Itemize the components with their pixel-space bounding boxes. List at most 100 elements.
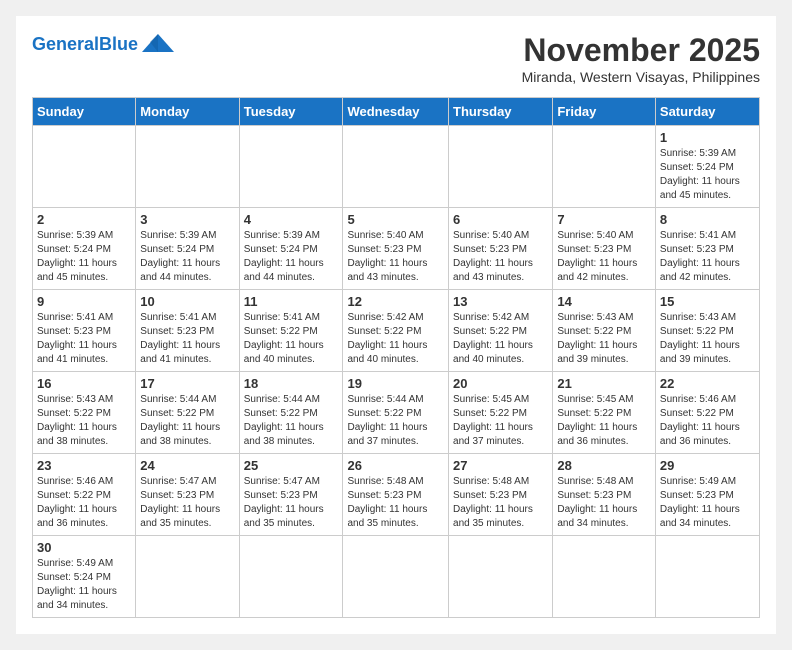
day-info: Sunrise: 5:44 AM Sunset: 5:22 PM Dayligh… — [140, 393, 234, 449]
day-number: 7 — [557, 212, 651, 227]
day-info: Sunrise: 5:41 AM Sunset: 5:22 PM Dayligh… — [244, 311, 339, 367]
day-number: 8 — [660, 212, 755, 227]
table-row — [655, 536, 759, 618]
day-info: Sunrise: 5:39 AM Sunset: 5:24 PM Dayligh… — [660, 147, 755, 203]
logo-bird-icon — [140, 32, 176, 56]
table-row: 2 Sunrise: 5:39 AM Sunset: 5:24 PM Daylig… — [33, 208, 136, 290]
day-info: Sunrise: 5:45 AM Sunset: 5:22 PM Dayligh… — [453, 393, 548, 449]
table-row: 22Sunrise: 5:46 AM Sunset: 5:22 PM Dayli… — [655, 372, 759, 454]
table-row: 3Sunrise: 5:39 AM Sunset: 5:24 PM Daylig… — [136, 208, 239, 290]
day-number: 15 — [660, 294, 755, 309]
day-info: Sunrise: 5:46 AM Sunset: 5:22 PM Dayligh… — [37, 475, 131, 531]
table-row: 16 Sunrise: 5:43 AM Sunset: 5:22 PM Dayli… — [33, 372, 136, 454]
table-row: 14Sunrise: 5:43 AM Sunset: 5:22 PM Dayli… — [553, 290, 656, 372]
day-info: Sunrise: 5:42 AM Sunset: 5:22 PM Dayligh… — [347, 311, 444, 367]
month-title: November 2025 — [522, 32, 760, 69]
day-number: 22 — [660, 376, 755, 391]
day-info: Sunrise: 5:49 AM Sunset: 5:24 PM Dayligh… — [37, 557, 131, 613]
table-row: 18 Sunrise: 5:44 AM Sunset: 5:22 PM Dayli… — [239, 372, 343, 454]
day-number: 21 — [557, 376, 651, 391]
table-row: 6 Sunrise: 5:40 AM Sunset: 5:23 PM Daylig… — [449, 208, 553, 290]
day-number: 6 — [453, 212, 548, 227]
day-number: 3 — [140, 212, 234, 227]
logo-text: GeneralBlue — [32, 34, 138, 55]
day-number: 13 — [453, 294, 548, 309]
table-row: 27Sunrise: 5:48 AM Sunset: 5:23 PM Dayli… — [449, 454, 553, 536]
table-row: 29Sunrise: 5:49 AM Sunset: 5:23 PM Dayli… — [655, 454, 759, 536]
table-row: 8 Sunrise: 5:41 AM Sunset: 5:23 PM Daylig… — [655, 208, 759, 290]
table-row — [553, 536, 656, 618]
logo-general: General — [32, 34, 99, 54]
day-info: Sunrise: 5:39 AM Sunset: 5:24 PM Dayligh… — [244, 229, 339, 285]
table-row: 15 Sunrise: 5:43 AM Sunset: 5:22 PM Dayli… — [655, 290, 759, 372]
table-row: 13Sunrise: 5:42 AM Sunset: 5:22 PM Dayli… — [449, 290, 553, 372]
day-info: Sunrise: 5:44 AM Sunset: 5:22 PM Dayligh… — [347, 393, 444, 449]
day-number: 14 — [557, 294, 651, 309]
table-row: 4 Sunrise: 5:39 AM Sunset: 5:24 PM Daylig… — [239, 208, 343, 290]
table-row: 26 Sunrise: 5:48 AM Sunset: 5:23 PM Dayli… — [343, 454, 449, 536]
day-number: 18 — [244, 376, 339, 391]
table-row: 25Sunrise: 5:47 AM Sunset: 5:23 PM Dayli… — [239, 454, 343, 536]
calendar-week-row: 16 Sunrise: 5:43 AM Sunset: 5:22 PM Dayli… — [33, 372, 760, 454]
day-info: Sunrise: 5:40 AM Sunset: 5:23 PM Dayligh… — [453, 229, 548, 285]
day-info: Sunrise: 5:44 AM Sunset: 5:22 PM Dayligh… — [244, 393, 339, 449]
day-number: 20 — [453, 376, 548, 391]
day-info: Sunrise: 5:41 AM Sunset: 5:23 PM Dayligh… — [140, 311, 234, 367]
calendar-week-row: 1Sunrise: 5:39 AM Sunset: 5:24 PM Daylig… — [33, 126, 760, 208]
table-row: 21Sunrise: 5:45 AM Sunset: 5:22 PM Dayli… — [553, 372, 656, 454]
table-row — [33, 126, 136, 208]
table-row: 5 Sunrise: 5:40 AM Sunset: 5:23 PM Daylig… — [343, 208, 449, 290]
day-number: 17 — [140, 376, 234, 391]
day-info: Sunrise: 5:41 AM Sunset: 5:23 PM Dayligh… — [37, 311, 131, 367]
col-tuesday: Tuesday — [239, 98, 343, 126]
calendar-page: GeneralBlue November 2025 Miranda, Weste… — [16, 16, 776, 634]
table-row — [239, 126, 343, 208]
day-info: Sunrise: 5:43 AM Sunset: 5:22 PM Dayligh… — [37, 393, 131, 449]
table-row — [343, 536, 449, 618]
table-row — [136, 536, 239, 618]
table-row — [239, 536, 343, 618]
day-info: Sunrise: 5:48 AM Sunset: 5:23 PM Dayligh… — [453, 475, 548, 531]
calendar-header-row: Sunday Monday Tuesday Wednesday Thursday… — [33, 98, 760, 126]
day-info: Sunrise: 5:40 AM Sunset: 5:23 PM Dayligh… — [557, 229, 651, 285]
col-saturday: Saturday — [655, 98, 759, 126]
location: Miranda, Western Visayas, Philippines — [522, 69, 760, 85]
day-number: 10 — [140, 294, 234, 309]
day-number: 5 — [347, 212, 444, 227]
table-row: 12 Sunrise: 5:42 AM Sunset: 5:22 PM Dayli… — [343, 290, 449, 372]
day-number: 23 — [37, 458, 131, 473]
day-number: 28 — [557, 458, 651, 473]
day-number: 2 — [37, 212, 131, 227]
day-number: 29 — [660, 458, 755, 473]
table-row: 19Sunrise: 5:44 AM Sunset: 5:22 PM Dayli… — [343, 372, 449, 454]
table-row — [449, 536, 553, 618]
calendar-week-row: 9 Sunrise: 5:41 AM Sunset: 5:23 PM Daylig… — [33, 290, 760, 372]
day-info: Sunrise: 5:48 AM Sunset: 5:23 PM Dayligh… — [557, 475, 651, 531]
day-number: 12 — [347, 294, 444, 309]
day-number: 30 — [37, 540, 131, 555]
day-number: 26 — [347, 458, 444, 473]
day-info: Sunrise: 5:47 AM Sunset: 5:23 PM Dayligh… — [140, 475, 234, 531]
day-info: Sunrise: 5:48 AM Sunset: 5:23 PM Dayligh… — [347, 475, 444, 531]
calendar-week-row: 23 Sunrise: 5:46 AM Sunset: 5:22 PM Dayli… — [33, 454, 760, 536]
col-friday: Friday — [553, 98, 656, 126]
day-info: Sunrise: 5:43 AM Sunset: 5:22 PM Dayligh… — [660, 311, 755, 367]
day-info: Sunrise: 5:41 AM Sunset: 5:23 PM Dayligh… — [660, 229, 755, 285]
day-number: 16 — [37, 376, 131, 391]
col-monday: Monday — [136, 98, 239, 126]
day-info: Sunrise: 5:39 AM Sunset: 5:24 PM Dayligh… — [37, 229, 131, 285]
table-row: 24 Sunrise: 5:47 AM Sunset: 5:23 PM Dayli… — [136, 454, 239, 536]
table-row — [449, 126, 553, 208]
table-row: 23 Sunrise: 5:46 AM Sunset: 5:22 PM Dayli… — [33, 454, 136, 536]
col-wednesday: Wednesday — [343, 98, 449, 126]
day-number: 4 — [244, 212, 339, 227]
table-row — [136, 126, 239, 208]
table-row: 28 Sunrise: 5:48 AM Sunset: 5:23 PM Dayli… — [553, 454, 656, 536]
day-number: 9 — [37, 294, 131, 309]
calendar-week-row: 30 Sunrise: 5:49 AM Sunset: 5:24 PM Dayli… — [33, 536, 760, 618]
day-number: 11 — [244, 294, 339, 309]
calendar-week-row: 2 Sunrise: 5:39 AM Sunset: 5:24 PM Daylig… — [33, 208, 760, 290]
day-info: Sunrise: 5:40 AM Sunset: 5:23 PM Dayligh… — [347, 229, 444, 285]
table-row: 11 Sunrise: 5:41 AM Sunset: 5:22 PM Dayli… — [239, 290, 343, 372]
day-number: 24 — [140, 458, 234, 473]
